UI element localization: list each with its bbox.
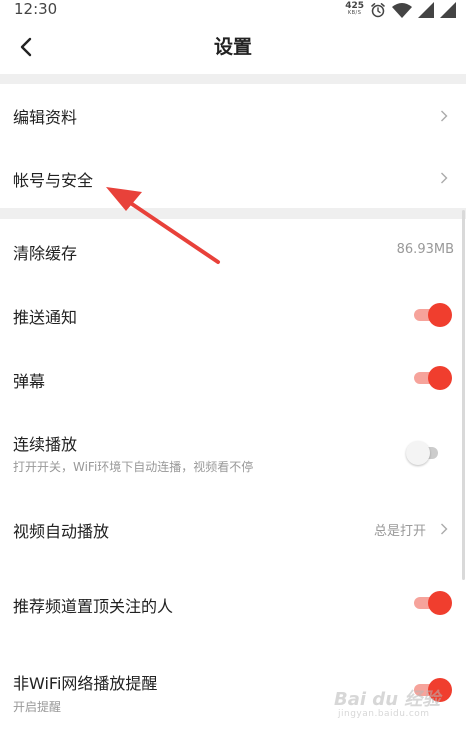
status-time: 12:30: [14, 0, 58, 18]
row-non-wifi-reminder: 非WiFi网络播放提醒 开启提醒: [0, 641, 466, 733]
scrollbar[interactable]: [462, 210, 465, 580]
row-label: 弹幕: [13, 372, 46, 391]
row-push-notifications: 推送通知: [0, 283, 466, 347]
net-speed: 425 KB/S: [345, 1, 364, 17]
section-divider: [0, 74, 466, 84]
row-label: 推送通知: [13, 308, 78, 327]
row-label: 帐号与安全: [13, 171, 94, 190]
chevron-right-icon: [441, 110, 448, 122]
non-wifi-reminder-toggle[interactable]: [412, 678, 452, 702]
push-notifications-toggle[interactable]: [412, 303, 452, 327]
row-label: 推荐频道置顶关注的人: [13, 597, 174, 616]
toggle-knob: [428, 303, 452, 327]
row-video-autoplay[interactable]: 视频自动播放 总是打开: [0, 495, 466, 565]
cache-size: 86.93MB: [396, 242, 454, 257]
pin-followed-toggle[interactable]: [412, 591, 452, 615]
row-label: 编辑资料: [13, 108, 78, 127]
alarm-icon: [370, 2, 386, 18]
row-account-security[interactable]: 帐号与安全: [0, 148, 466, 208]
status-bar: 12:30 425 KB/S: [0, 0, 466, 20]
page-title: 设置: [213, 36, 252, 58]
toggle-knob: [428, 678, 452, 702]
row-subtitle: 打开开关，WiFi环境下自动连播，视频看不停: [13, 460, 254, 474]
danmaku-toggle[interactable]: [412, 366, 452, 390]
header: 设置: [0, 20, 466, 74]
row-label: 视频自动播放: [13, 522, 110, 541]
status-icons: 425 KB/S: [345, 1, 456, 19]
row-pin-followed: 推荐频道置顶关注的人: [0, 565, 466, 641]
row-clear-cache[interactable]: 清除缓存 86.93MB: [0, 219, 466, 283]
section-divider: [0, 208, 466, 219]
signal-icon: [418, 2, 434, 18]
row-danmaku: 弹幕: [0, 347, 466, 411]
row-label: 连续播放: [13, 435, 78, 454]
row-label: 清除缓存: [13, 244, 78, 263]
wifi-icon: [392, 2, 412, 18]
continuous-play-toggle[interactable]: [406, 441, 446, 465]
toggle-knob: [406, 441, 430, 465]
row-continuous-play: 连续播放 打开开关，WiFi环境下自动连播，视频看不停: [0, 411, 466, 495]
row-subtitle: 开启提醒: [13, 700, 62, 714]
chevron-right-icon: [441, 523, 448, 535]
toggle-knob: [428, 366, 452, 390]
row-label: 非WiFi网络播放提醒: [13, 674, 158, 693]
net-speed-unit: KB/S: [347, 10, 362, 16]
chevron-right-icon: [441, 172, 448, 184]
toggle-knob: [428, 591, 452, 615]
net-speed-value: 425: [345, 1, 364, 11]
signal-icon: [440, 2, 456, 18]
row-edit-profile[interactable]: 编辑资料: [0, 84, 466, 148]
autoplay-value: 总是打开: [373, 524, 426, 539]
